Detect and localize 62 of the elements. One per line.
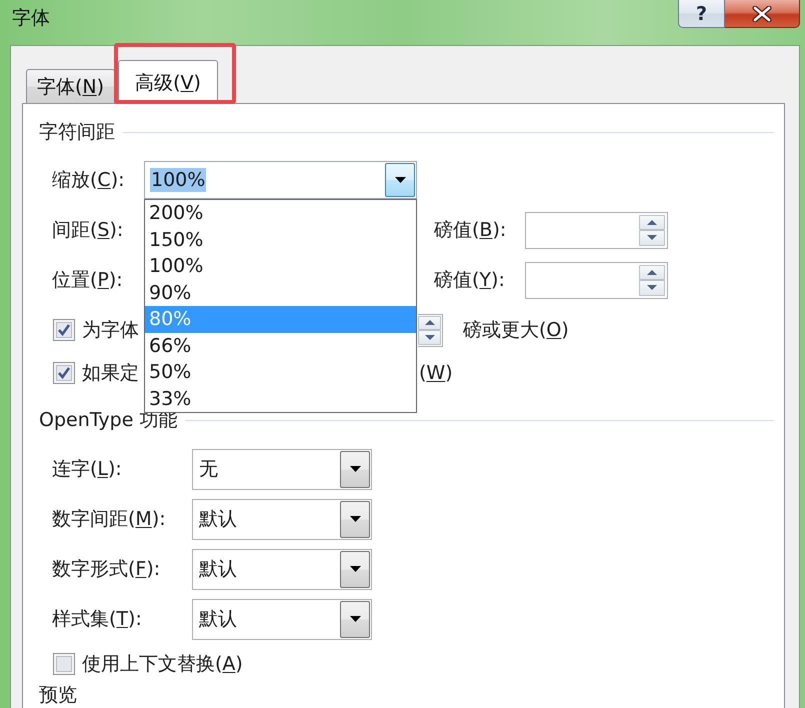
caret-icon — [350, 566, 360, 572]
field-label: 位置(P): — [52, 268, 124, 292]
up-triangle-icon — [647, 220, 657, 225]
help-button[interactable]: ? — [678, 0, 725, 28]
checkbox[interactable] — [53, 653, 75, 675]
section-heading: 预览 — [39, 684, 77, 706]
tab[interactable]: 字体(N) — [26, 69, 116, 103]
spin-field[interactable] — [525, 262, 668, 298]
field-label: 样式集(T): — [52, 607, 143, 631]
spin-down-button[interactable] — [639, 230, 665, 246]
down-triangle-icon — [424, 334, 434, 340]
combo-value: 100% — [150, 168, 206, 192]
caret-icon — [394, 177, 406, 183]
caret-icon — [350, 516, 360, 522]
spin-field[interactable] — [525, 212, 668, 248]
field-label: 磅值(B): — [434, 218, 508, 242]
dropdown-option[interactable]: 50% — [145, 359, 416, 386]
caret-icon — [350, 466, 360, 472]
caret-icon — [350, 616, 360, 622]
up-triangle-icon — [424, 320, 434, 326]
unit-label: 磅或更大(O) — [463, 318, 569, 342]
dropdown-option[interactable]: 100% — [145, 253, 416, 280]
combo-box[interactable]: 默认 — [192, 498, 372, 540]
checkbox-label: 为字体 — [82, 318, 139, 342]
down-triangle-icon — [647, 285, 657, 290]
spin-down-button[interactable] — [639, 280, 665, 296]
field-label: 连字(L): — [52, 457, 123, 481]
dropdown-option[interactable]: 66% — [145, 332, 416, 359]
checkbox-label: 使用上下文替换(A) — [82, 652, 243, 676]
combo-box[interactable]: 无 — [192, 448, 372, 490]
field-label: 磅值(Y): — [434, 268, 506, 292]
checkbox-label: (W) — [419, 361, 453, 385]
dropdown-button[interactable] — [385, 163, 415, 197]
field-label: 缩放(C): — [52, 168, 126, 192]
combo-box[interactable]: 默认 — [192, 548, 372, 590]
close-icon — [752, 6, 772, 22]
dropdown-option[interactable]: 200% — [145, 200, 416, 226]
up-triangle-icon — [647, 270, 657, 275]
combo-box[interactable]: 默认 — [192, 598, 372, 640]
dropdown-option[interactable]: 150% — [145, 226, 416, 253]
field-label: 间距(S): — [52, 218, 124, 242]
close-button[interactable] — [725, 0, 800, 28]
spin-field[interactable] — [418, 314, 443, 346]
dropdown-button[interactable] — [340, 600, 370, 638]
window-title: 字体 — [12, 6, 50, 30]
dropdown-option[interactable]: 90% — [145, 280, 416, 306]
field-label: 数字间距(M): — [52, 507, 167, 531]
spin-down-button[interactable] — [418, 330, 441, 344]
dropdown-button[interactable] — [340, 450, 370, 488]
checkbox-label: 如果定 — [82, 361, 139, 385]
checkbox[interactable] — [53, 362, 75, 384]
scale-combo-box[interactable]: 100% — [144, 161, 417, 199]
field-label: 数字形式(F): — [52, 557, 162, 581]
spin-up-button[interactable] — [639, 264, 665, 280]
down-triangle-icon — [647, 235, 657, 240]
dropdown-option[interactable]: 33% — [145, 386, 416, 412]
section-heading: 字符间距 — [39, 120, 115, 145]
checkbox[interactable] — [53, 319, 75, 341]
spin-up-button[interactable] — [418, 316, 441, 330]
spin-up-button[interactable] — [639, 214, 665, 230]
dropdown-button[interactable] — [340, 500, 370, 538]
dropdown-button[interactable] — [340, 550, 370, 588]
